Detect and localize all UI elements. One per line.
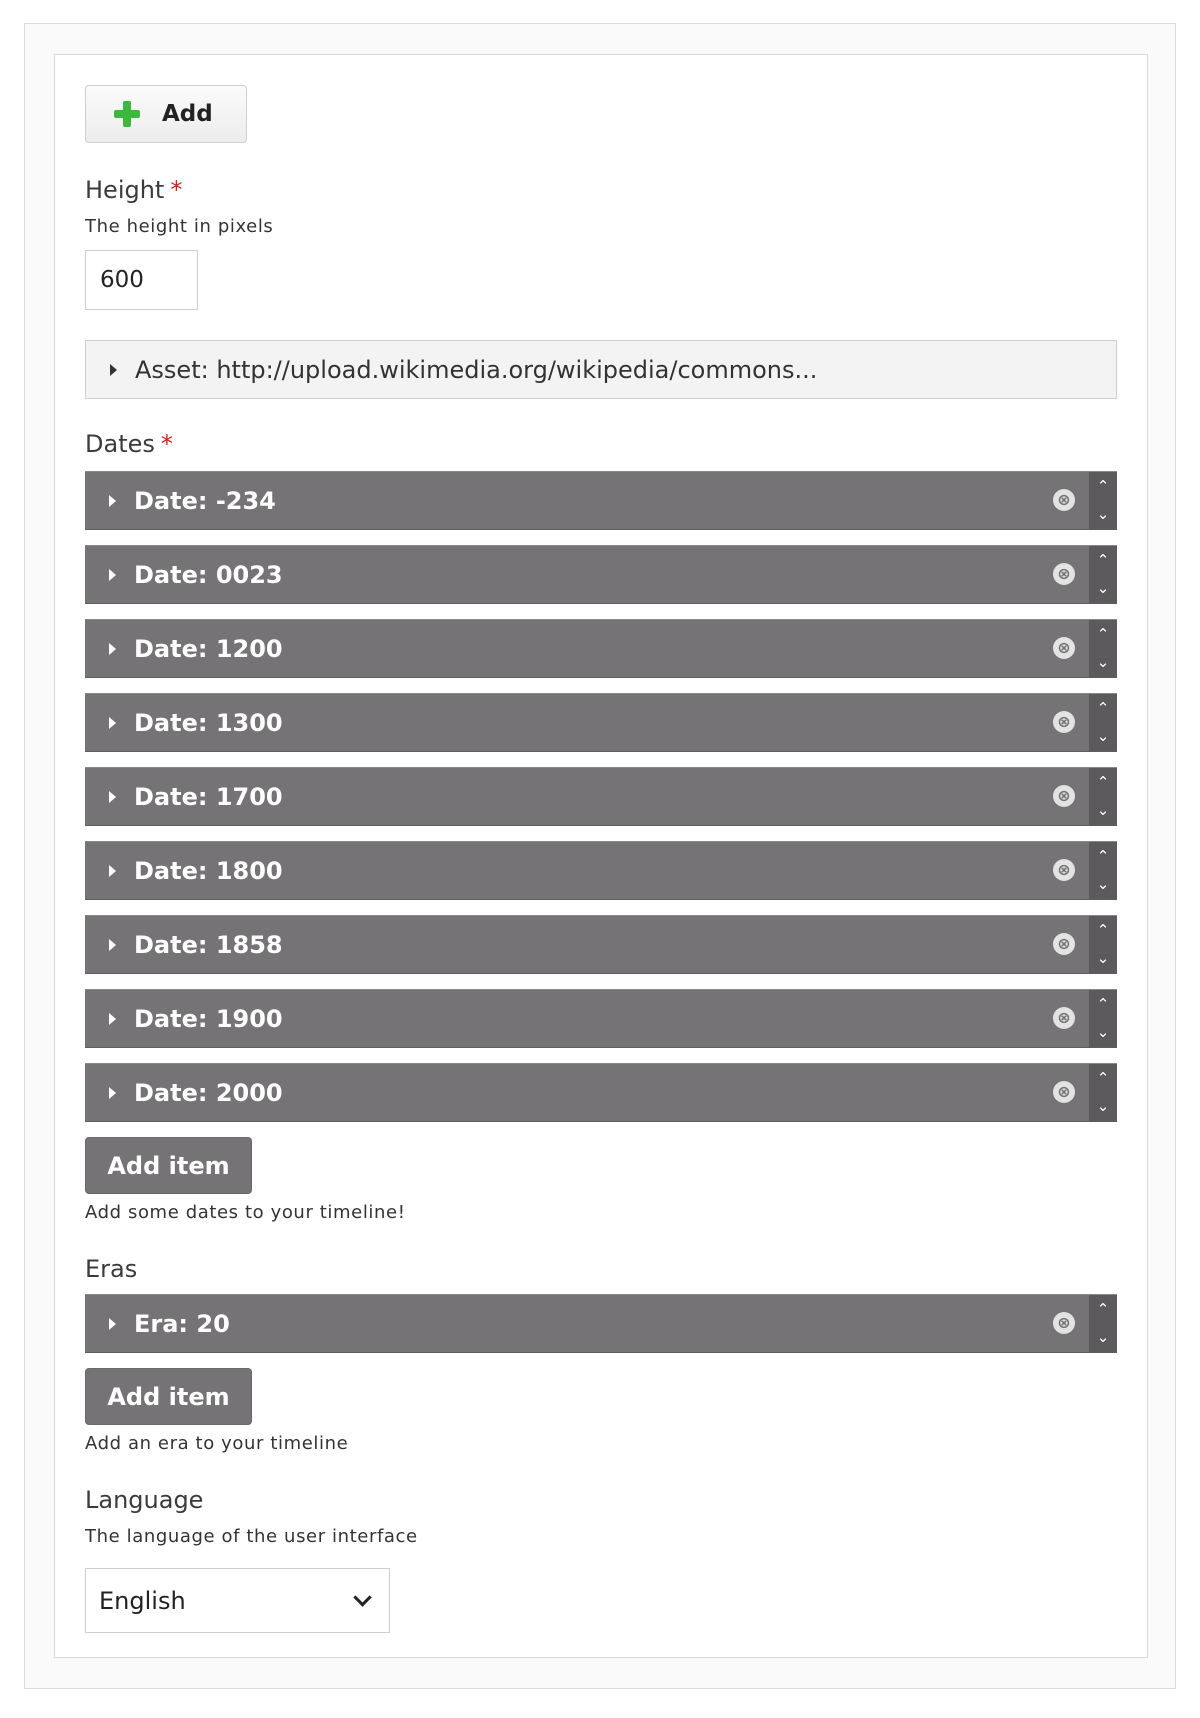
add-button-label: Add — [162, 101, 213, 127]
move-up-icon[interactable]: ⌃ — [1097, 996, 1110, 1012]
move-down-icon[interactable]: ⌄ — [1097, 1330, 1110, 1345]
expand-caret-icon — [109, 864, 116, 877]
move-down-icon[interactable]: ⌄ — [1097, 507, 1110, 522]
move-down-icon[interactable]: ⌄ — [1097, 951, 1110, 966]
date-item-label: Date: 1700 — [134, 782, 283, 811]
expand-caret-icon — [109, 716, 116, 729]
move-down-icon[interactable]: ⌄ — [1097, 581, 1110, 596]
date-item-label: Date: 1800 — [134, 856, 283, 885]
add-button[interactable]: Add — [85, 85, 247, 143]
date-item[interactable]: Date: 1900 ⊗ ⌃ ⌄ — [85, 989, 1117, 1048]
language-select[interactable]: English — [85, 1568, 390, 1633]
move-up-icon[interactable]: ⌃ — [1097, 922, 1110, 938]
required-mark: * — [160, 430, 173, 458]
reorder-controls: ⌃ ⌄ — [1089, 1064, 1117, 1121]
move-down-icon[interactable]: ⌄ — [1097, 1099, 1110, 1114]
reorder-controls: ⌃ ⌄ — [1089, 620, 1117, 677]
height-label-text: Height — [85, 176, 165, 204]
height-input[interactable] — [85, 250, 198, 310]
move-down-icon[interactable]: ⌄ — [1097, 877, 1110, 892]
move-down-icon[interactable]: ⌄ — [1097, 803, 1110, 818]
remove-icon[interactable]: ⊗ — [1053, 933, 1075, 955]
expand-caret-icon — [109, 568, 116, 581]
move-down-icon[interactable]: ⌄ — [1097, 729, 1110, 744]
language-label: Language — [85, 1486, 204, 1514]
remove-icon[interactable]: ⊗ — [1053, 711, 1075, 733]
plus-icon — [114, 101, 140, 127]
expand-caret-icon — [109, 1317, 116, 1330]
move-up-icon[interactable]: ⌃ — [1097, 774, 1110, 790]
date-item-label: Date: 1900 — [134, 1004, 283, 1033]
date-item[interactable]: Date: 1300 ⊗ ⌃ ⌄ — [85, 693, 1117, 752]
expand-caret-icon — [109, 1012, 116, 1025]
asset-label: Asset: http://upload.wikimedia.org/wikip… — [135, 355, 818, 384]
reorder-controls: ⌃ ⌄ — [1089, 842, 1117, 899]
move-up-icon[interactable]: ⌃ — [1097, 700, 1110, 716]
reorder-controls: ⌃ ⌄ — [1089, 1295, 1117, 1352]
remove-icon[interactable]: ⊗ — [1053, 1007, 1075, 1029]
remove-icon[interactable]: ⊗ — [1053, 1312, 1075, 1334]
remove-icon[interactable]: ⊗ — [1053, 785, 1075, 807]
reorder-controls: ⌃ ⌄ — [1089, 694, 1117, 751]
reorder-controls: ⌃ ⌄ — [1089, 472, 1117, 529]
dates-label: Dates * — [85, 430, 173, 458]
date-item[interactable]: Date: 1800 ⊗ ⌃ ⌄ — [85, 841, 1117, 900]
remove-icon[interactable]: ⊗ — [1053, 859, 1075, 881]
expand-caret-icon — [109, 494, 116, 507]
date-item[interactable]: Date: -234 ⊗ ⌃ ⌄ — [85, 471, 1117, 530]
date-item[interactable]: Date: 1700 ⊗ ⌃ ⌄ — [85, 767, 1117, 826]
date-item-label: Date: 1200 — [134, 634, 283, 663]
remove-icon[interactable]: ⊗ — [1053, 1081, 1075, 1103]
date-item-label: Date: 1300 — [134, 708, 283, 737]
date-item-label: Date: 0023 — [134, 560, 283, 589]
date-item[interactable]: Date: 0023 ⊗ ⌃ ⌄ — [85, 545, 1117, 604]
remove-icon[interactable]: ⊗ — [1053, 563, 1075, 585]
expand-caret-icon — [109, 938, 116, 951]
move-down-icon[interactable]: ⌄ — [1097, 1025, 1110, 1040]
eras-label: Eras — [85, 1255, 138, 1283]
move-up-icon[interactable]: ⌃ — [1097, 1070, 1110, 1086]
move-up-icon[interactable]: ⌃ — [1097, 552, 1110, 568]
move-down-icon[interactable]: ⌄ — [1097, 655, 1110, 670]
reorder-controls: ⌃ ⌄ — [1089, 916, 1117, 973]
expand-caret-icon — [109, 1086, 116, 1099]
dates-label-text: Dates — [85, 430, 155, 458]
language-description: The language of the user interface — [85, 1526, 418, 1547]
remove-icon[interactable]: ⊗ — [1053, 489, 1075, 511]
asset-collapsible[interactable]: Asset: http://upload.wikimedia.org/wikip… — [85, 340, 1117, 399]
chevron-down-icon — [353, 1588, 372, 1607]
date-item-label: Date: 1858 — [134, 930, 283, 959]
date-item[interactable]: Date: 1858 ⊗ ⌃ ⌄ — [85, 915, 1117, 974]
expand-caret-icon — [110, 363, 117, 376]
eras-help-text: Add an era to your timeline — [85, 1433, 349, 1454]
reorder-controls: ⌃ ⌄ — [1089, 768, 1117, 825]
move-up-icon[interactable]: ⌃ — [1097, 478, 1110, 494]
date-item[interactable]: Date: 2000 ⊗ ⌃ ⌄ — [85, 1063, 1117, 1122]
move-up-icon[interactable]: ⌃ — [1097, 1301, 1110, 1317]
date-item[interactable]: Date: 1200 ⊗ ⌃ ⌄ — [85, 619, 1117, 678]
height-label: Height * — [85, 176, 182, 204]
era-item-label: Era: 20 — [134, 1309, 230, 1338]
date-item-label: Date: -234 — [134, 486, 276, 515]
era-item[interactable]: Era: 20 ⊗ ⌃ ⌄ — [85, 1294, 1117, 1353]
required-mark: * — [170, 176, 183, 204]
reorder-controls: ⌃ ⌄ — [1089, 990, 1117, 1047]
dates-help-text: Add some dates to your timeline! — [85, 1202, 406, 1223]
expand-caret-icon — [109, 642, 116, 655]
move-up-icon[interactable]: ⌃ — [1097, 626, 1110, 642]
language-selected-value: English — [99, 1586, 186, 1615]
add-era-button[interactable]: Add item — [85, 1368, 252, 1425]
add-date-button[interactable]: Add item — [85, 1137, 252, 1194]
reorder-controls: ⌃ ⌄ — [1089, 546, 1117, 603]
date-item-label: Date: 2000 — [134, 1078, 283, 1107]
remove-icon[interactable]: ⊗ — [1053, 637, 1075, 659]
height-description: The height in pixels — [85, 216, 274, 237]
expand-caret-icon — [109, 790, 116, 803]
move-up-icon[interactable]: ⌃ — [1097, 848, 1110, 864]
